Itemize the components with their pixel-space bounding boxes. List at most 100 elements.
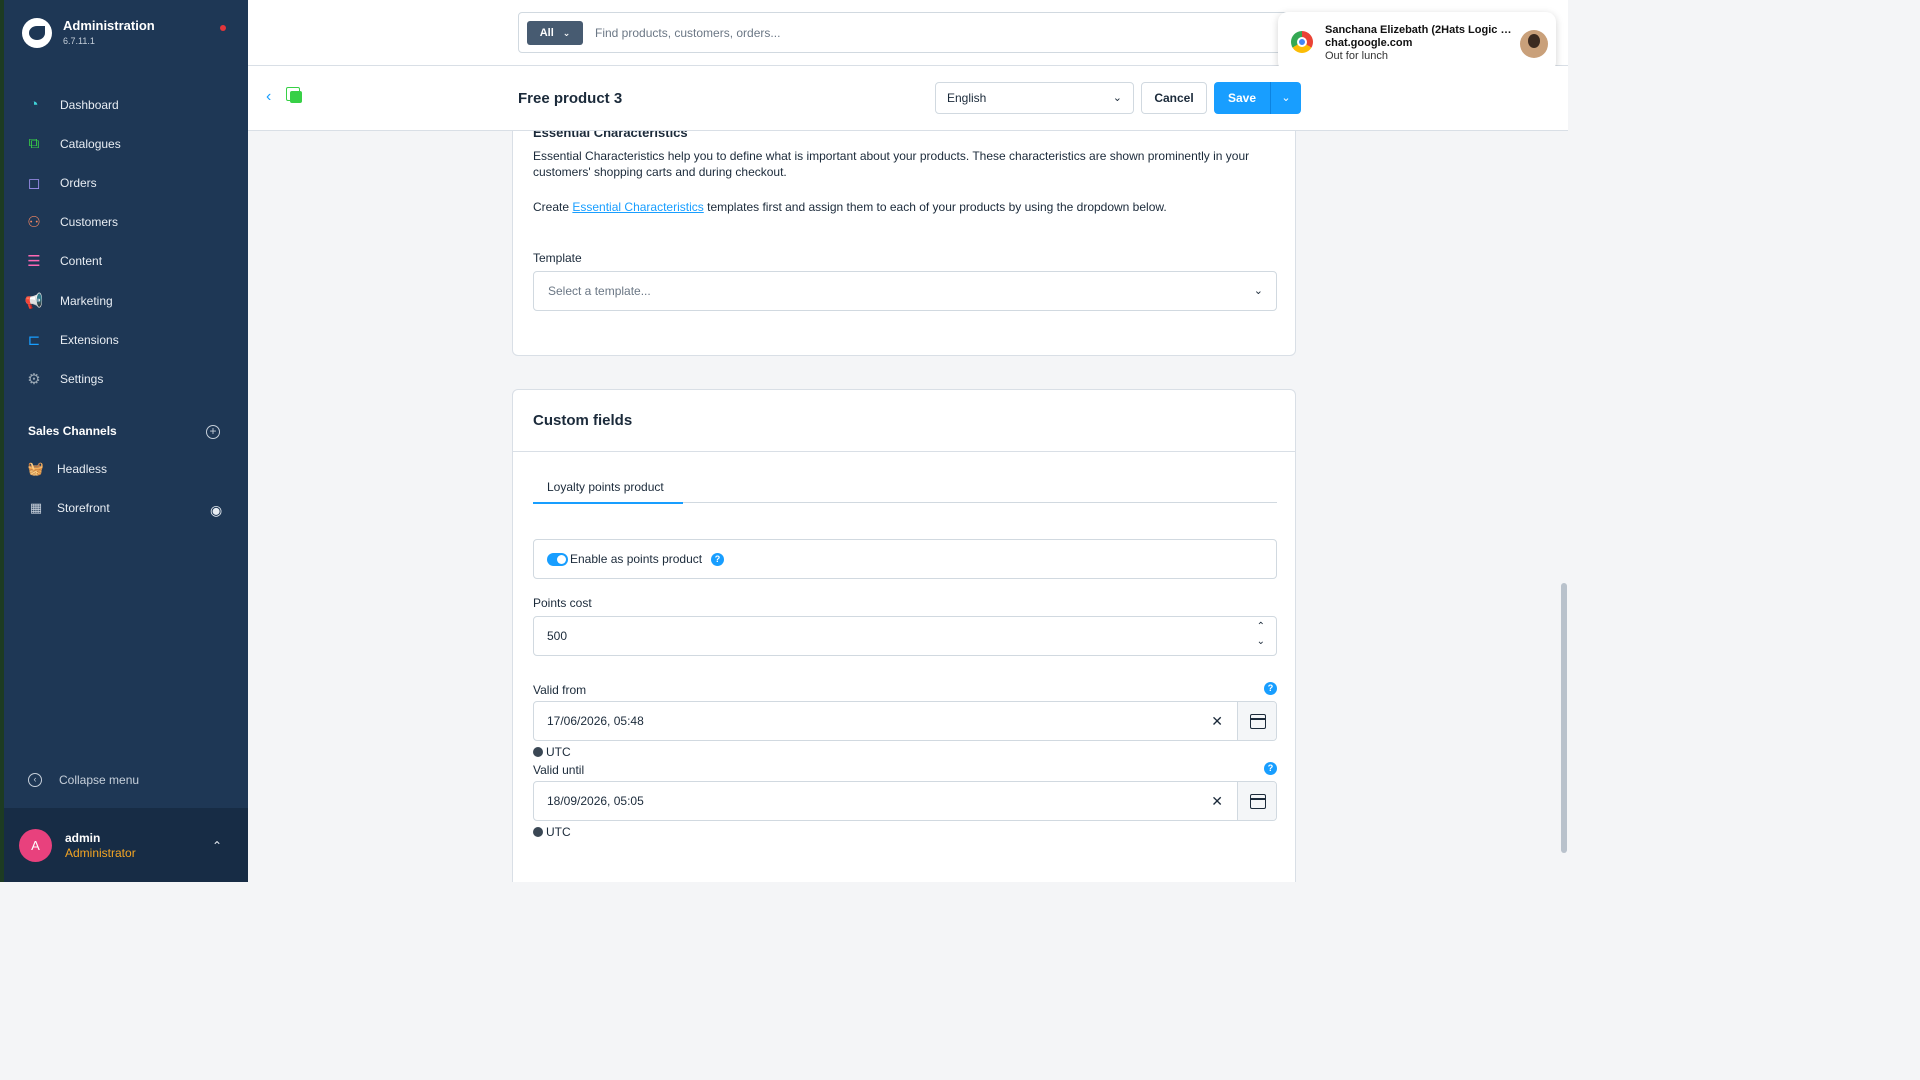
sidebar-item-dashboard[interactable]: ◔ Dashboard bbox=[24, 85, 234, 124]
chevron-down-icon: ⌄ bbox=[1112, 92, 1122, 104]
notification-message: Out for lunch bbox=[1325, 50, 1388, 62]
help-icon[interactable]: ? bbox=[711, 553, 724, 566]
chevron-left-icon: ‹ bbox=[28, 773, 42, 787]
chevron-down-icon: ⌄ bbox=[1281, 92, 1291, 104]
valid-from-value: 17/06/2026, 05:48 bbox=[547, 714, 644, 728]
help-icon[interactable]: ? bbox=[1264, 682, 1277, 695]
valid-until-label: Valid until bbox=[533, 763, 585, 777]
points-cost-label: Points cost bbox=[533, 596, 592, 610]
help-icon[interactable]: ? bbox=[1264, 762, 1277, 775]
notification-source: chat.google.com bbox=[1325, 37, 1413, 49]
eye-icon[interactable]: ◉ bbox=[210, 502, 222, 519]
catalogue-icon: ⧉ bbox=[28, 135, 40, 153]
timezone-label: UTC bbox=[546, 825, 571, 839]
custom-fields-card: Custom fields Loyalty points product Ena… bbox=[512, 389, 1296, 882]
tab-divider bbox=[683, 502, 1277, 503]
chevron-up-icon: ⌃ bbox=[212, 839, 223, 853]
sidebar-item-customers[interactable]: ⚇ Customers bbox=[24, 203, 234, 242]
sales-channel-label: Headless bbox=[57, 462, 108, 476]
chevron-down-icon[interactable]: ⌄ bbox=[1257, 634, 1265, 649]
sidebar-item-content[interactable]: ☰ Content bbox=[24, 242, 234, 281]
sidebar-item-extensions[interactable]: ⊏ Extensions bbox=[24, 320, 234, 359]
duplicate-icon[interactable] bbox=[286, 87, 302, 103]
clock-icon bbox=[533, 827, 543, 837]
clear-icon[interactable]: ✕ bbox=[1211, 702, 1223, 740]
storefront-icon: ▦ bbox=[29, 500, 43, 515]
collapse-menu-button[interactable]: ‹ Collapse menu bbox=[28, 773, 139, 787]
tab-loyalty-points-product[interactable]: Loyalty points product bbox=[533, 480, 683, 504]
sales-channel-label: Storefront bbox=[57, 501, 110, 515]
chevron-up-icon[interactable]: ⌃ bbox=[1257, 619, 1265, 634]
sidebar-item-label: Content bbox=[60, 254, 103, 269]
cancel-button[interactable]: Cancel bbox=[1141, 82, 1207, 114]
quantity-stepper: ⌃ ⌄ bbox=[1257, 619, 1265, 649]
notification-title: Sanchana Elizebath (2Hats Logic T... bbox=[1325, 24, 1515, 36]
customers-icon: ⚇ bbox=[27, 214, 41, 232]
sidebar-item-label: Dashboard bbox=[60, 97, 119, 112]
sidebar-item-label: Orders bbox=[60, 175, 97, 190]
calendar-icon[interactable] bbox=[1237, 782, 1276, 820]
chrome-icon bbox=[1291, 31, 1313, 53]
essential-description: Essential Characteristics help you to de… bbox=[533, 149, 1250, 179]
page-header: ‹ Free product 3 English ⌄ Cancel Save ⌄ bbox=[248, 66, 1568, 131]
sidebar-item-orders[interactable]: ◻ Orders bbox=[24, 163, 234, 202]
chevron-down-icon: ⌄ bbox=[1253, 285, 1263, 297]
user-name: admin bbox=[65, 831, 101, 845]
dashboard-icon: ◔ bbox=[29, 96, 39, 114]
avatar: A bbox=[19, 829, 52, 862]
timezone-label: UTC bbox=[546, 745, 571, 759]
search-scope-dropdown[interactable]: All ⌄ bbox=[527, 21, 583, 45]
collapse-menu-label: Collapse menu bbox=[59, 773, 140, 787]
valid-from-label: Valid from bbox=[533, 683, 587, 697]
save-options-button[interactable]: ⌄ bbox=[1270, 82, 1301, 114]
card-title: Custom fields bbox=[533, 412, 633, 429]
valid-until-value: 18/09/2026, 05:05 bbox=[547, 794, 644, 808]
main-content: Essential Characteristics Essential Char… bbox=[248, 131, 1568, 882]
sidebar-item-label: Catalogues bbox=[60, 136, 121, 151]
sales-channel-storefront[interactable]: ▦ Storefront bbox=[26, 500, 110, 516]
enable-points-field: Enable as points product ? bbox=[533, 539, 1277, 579]
save-button[interactable]: Save bbox=[1214, 82, 1270, 114]
add-sales-channel-icon[interactable]: + bbox=[206, 425, 220, 439]
app-version: 6.7.11.1 bbox=[63, 36, 95, 46]
extensions-icon: ⊏ bbox=[27, 331, 41, 349]
search-scope-label: All bbox=[539, 27, 554, 39]
timezone-hint: UTC bbox=[533, 825, 571, 839]
card-title: Essential Characteristics bbox=[533, 131, 688, 140]
sales-channel-headless[interactable]: 🧺 Headless bbox=[26, 461, 107, 477]
app-title: Administration bbox=[63, 18, 155, 33]
timezone-hint: UTC bbox=[533, 745, 571, 759]
valid-until-field[interactable]: 18/09/2026, 05:05 ✕ bbox=[533, 781, 1277, 821]
back-arrow-icon[interactable]: ‹ bbox=[266, 88, 271, 106]
create-prefix: Create bbox=[533, 200, 570, 214]
user-role: Administrator bbox=[65, 846, 136, 860]
valid-from-field[interactable]: 17/06/2026, 05:48 ✕ bbox=[533, 701, 1277, 741]
create-suffix: templates first and assign them to each … bbox=[707, 200, 1167, 214]
template-select[interactable]: Select a template... ⌄ bbox=[533, 271, 1277, 311]
template-label: Template bbox=[533, 251, 582, 265]
enable-points-label: Enable as points product bbox=[570, 552, 703, 566]
notification-dot bbox=[220, 25, 226, 31]
language-value: English bbox=[947, 91, 987, 105]
essential-characteristics-link[interactable]: Essential Characteristics bbox=[572, 200, 703, 214]
chrome-notification[interactable]: Sanchana Elizebath (2Hats Logic T... cha… bbox=[1278, 12, 1556, 72]
scrollbar[interactable] bbox=[1561, 583, 1567, 853]
clock-icon bbox=[533, 747, 543, 757]
sidebar-item-label: Marketing bbox=[60, 293, 113, 308]
user-menu[interactable]: A admin Administrator ⌃ bbox=[4, 808, 248, 882]
search-input[interactable] bbox=[595, 21, 1195, 45]
sidebar-item-marketing[interactable]: 📢 Marketing bbox=[24, 281, 234, 320]
calendar-icon[interactable] bbox=[1237, 702, 1276, 740]
settings-icon: ⚙ bbox=[27, 370, 41, 388]
sidebar-item-settings[interactable]: ⚙ Settings bbox=[24, 359, 234, 398]
template-placeholder: Select a template... bbox=[548, 284, 651, 298]
clear-icon[interactable]: ✕ bbox=[1211, 782, 1223, 820]
essential-create-text: Create Essential Characteristics templat… bbox=[533, 200, 1167, 214]
language-select[interactable]: English ⌄ bbox=[935, 82, 1134, 114]
points-cost-input[interactable]: 500 ⌃ ⌄ bbox=[533, 616, 1277, 656]
points-cost-value: 500 bbox=[547, 629, 568, 643]
content-icon: ☰ bbox=[27, 253, 41, 271]
enable-points-toggle[interactable] bbox=[547, 553, 568, 566]
sender-avatar bbox=[1520, 30, 1548, 58]
sidebar-item-catalogues[interactable]: ⧉ Catalogues bbox=[24, 124, 234, 163]
